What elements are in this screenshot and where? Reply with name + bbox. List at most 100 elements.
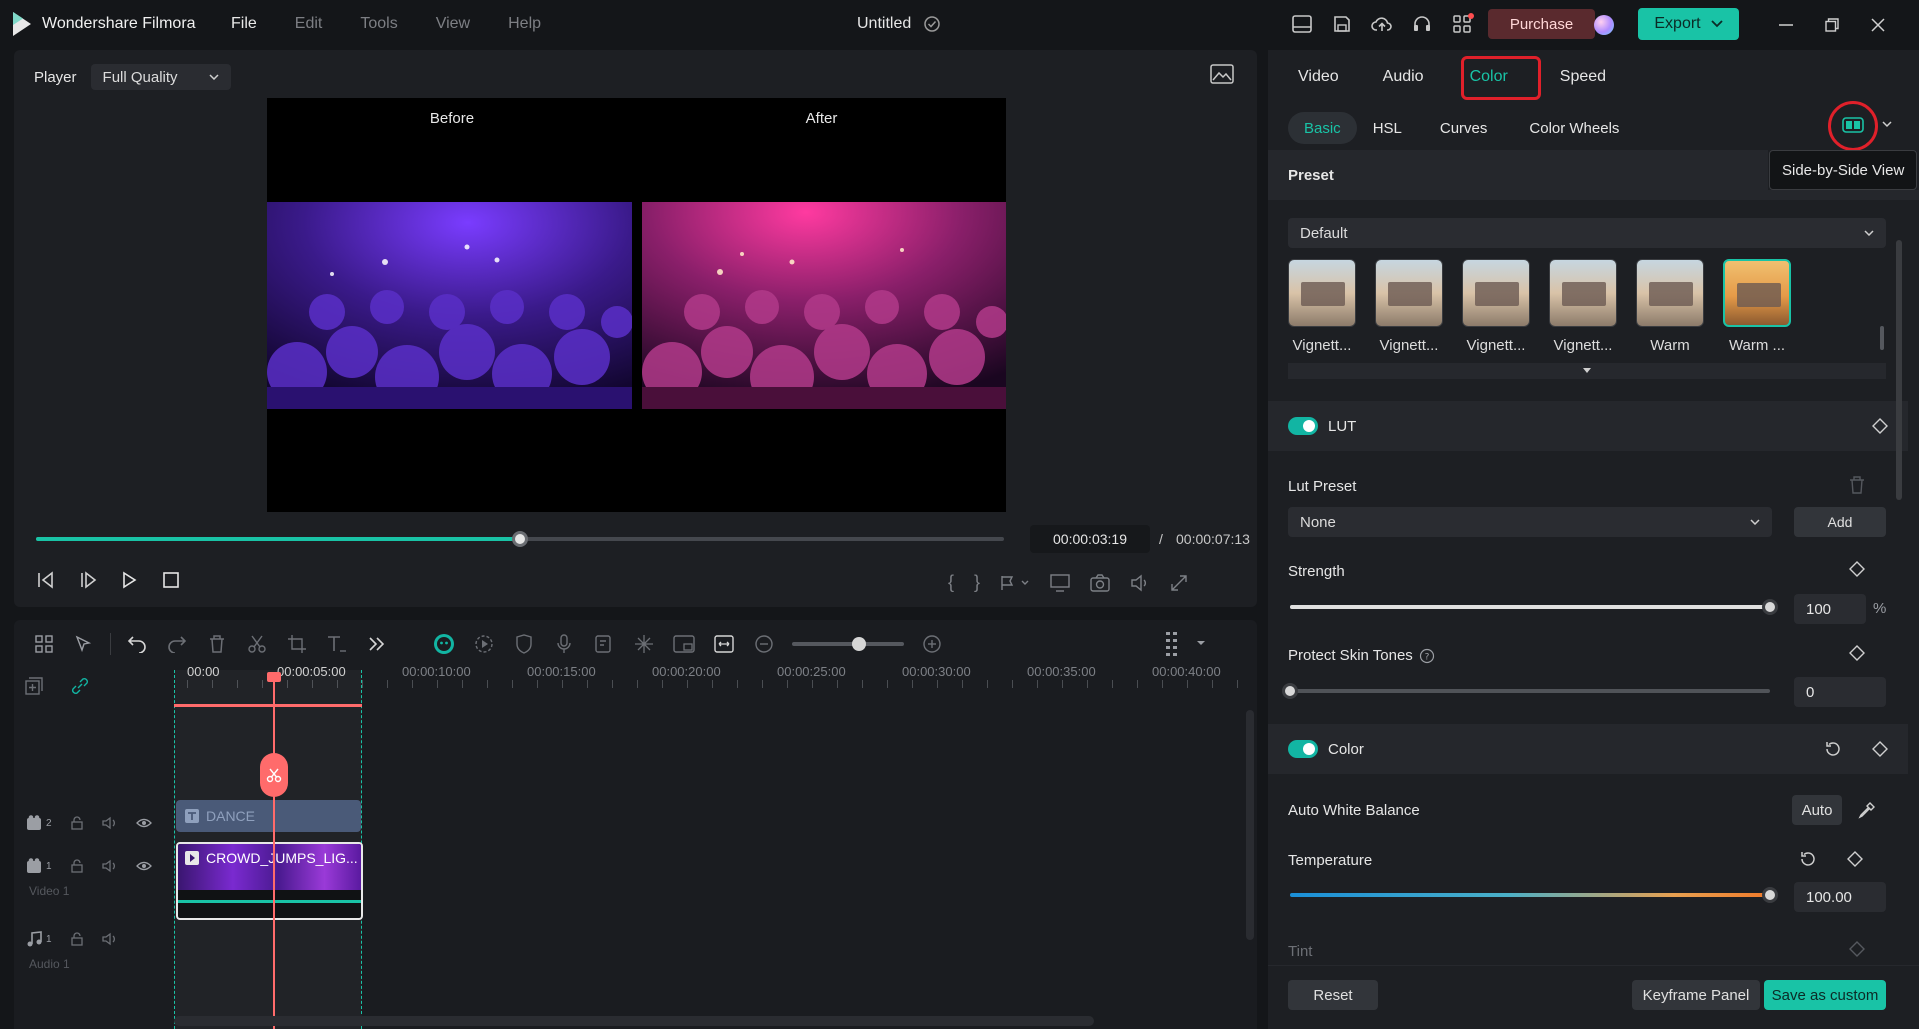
menu-file[interactable]: File [231,15,257,33]
progress-knob[interactable] [512,531,528,547]
ai-assistant-icon[interactable] [424,624,464,664]
keyframe-diamond-icon[interactable] [1847,851,1863,867]
eyedropper-icon[interactable] [1858,801,1876,819]
subtab-hsl[interactable]: HSL [1373,120,1402,137]
lut-toggle[interactable] [1288,417,1318,435]
purchase-button[interactable]: Purchase [1488,9,1595,39]
expand-presets[interactable] [1288,363,1886,379]
picture-in-picture-icon[interactable] [664,624,704,664]
keyframe-panel-button[interactable]: Keyframe Panel [1632,980,1760,1010]
preset-item[interactable]: Vignett... [1288,259,1356,354]
reset-icon[interactable] [1799,850,1817,868]
vertical-scrollbar[interactable] [1246,710,1254,940]
strength-slider[interactable] [1290,599,1778,615]
marker-icon[interactable] [1000,575,1030,591]
auto-button[interactable]: Auto [1792,795,1842,825]
more-tools-icon[interactable] [357,624,397,664]
save-icon[interactable] [1324,6,1360,42]
zoom-in-icon[interactable] [912,624,952,664]
playhead-line[interactable] [273,680,275,1029]
reset-button[interactable]: Reset [1288,980,1378,1010]
crop-icon[interactable] [277,624,317,664]
keyframe-diamond-icon[interactable] [1849,941,1865,957]
camera-icon[interactable] [1090,573,1110,592]
fullscreen-icon[interactable] [1170,574,1188,592]
add-track-icon[interactable] [24,676,44,696]
menu-edit[interactable]: Edit [295,15,323,33]
strength-knob[interactable] [1762,599,1778,615]
link-icon[interactable] [70,676,90,696]
subtab-curves[interactable]: Curves [1440,120,1488,137]
redo-icon[interactable] [157,624,197,664]
play-icon[interactable] [120,571,142,589]
preset-select[interactable]: Default [1288,218,1886,248]
speaker-icon[interactable] [101,859,118,873]
quality-select[interactable]: Full Quality [90,64,231,90]
select-tool-icon[interactable] [64,624,104,664]
save-as-custom-button[interactable]: Save as custom [1764,980,1886,1010]
render-icon[interactable] [464,624,504,664]
export-button[interactable]: Export [1638,8,1739,40]
menu-help[interactable]: Help [508,15,541,33]
preset-item-selected[interactable]: Warm ... [1723,259,1791,354]
preset-item[interactable]: Vignett... [1549,259,1617,354]
lock-icon[interactable] [70,816,84,830]
close-icon[interactable] [1865,12,1891,38]
split-marker[interactable] [260,753,288,797]
tab-audio[interactable]: Audio [1383,68,1424,86]
text-icon[interactable] [317,624,357,664]
preset-item[interactable]: Warm [1636,259,1704,354]
help-icon[interactable]: ? [1419,648,1435,664]
keyframe-diamond-icon[interactable] [1872,418,1888,434]
eye-icon[interactable] [135,860,152,872]
temperature-slider[interactable] [1290,887,1778,903]
temperature-knob[interactable] [1762,887,1778,903]
keyframe-diamond-icon[interactable] [1872,741,1888,757]
next-frame-icon[interactable] [78,571,100,589]
layout-icon[interactable] [1284,6,1320,42]
horizontal-scrollbar[interactable] [174,1016,1094,1026]
tab-video[interactable]: Video [1298,68,1339,86]
lut-add-button[interactable]: Add [1794,507,1886,537]
preset-scrollbar[interactable] [1880,326,1884,350]
zoom-slider[interactable] [792,637,904,651]
lock-icon[interactable] [70,932,84,946]
subtab-color-wheels[interactable]: Color Wheels [1529,120,1619,137]
reset-icon[interactable] [1824,740,1842,758]
preset-item[interactable]: Vignett... [1375,259,1443,354]
chevron-down-icon[interactable] [1882,120,1892,128]
preset-item[interactable]: Vignett... [1462,259,1530,354]
strength-input[interactable]: 100 [1794,594,1866,624]
subtab-basic[interactable]: Basic [1288,112,1357,144]
track-options[interactable] [1164,630,1206,656]
speaker-icon[interactable] [101,932,118,946]
tab-speed[interactable]: Speed [1560,68,1606,86]
volume-icon[interactable] [1130,574,1150,592]
color-toggle[interactable] [1288,740,1318,758]
undo-icon[interactable] [117,624,157,664]
skin-tones-knob[interactable] [1282,683,1298,699]
layout-grid-icon[interactable] [24,624,64,664]
apps-grid-icon[interactable] [1444,6,1480,42]
keyframe-diamond-icon[interactable] [1849,561,1865,577]
lut-preset-select[interactable]: None [1288,507,1772,537]
keyframe-diamond-icon[interactable] [1849,645,1865,661]
zoom-out-icon[interactable] [744,624,784,664]
video-clip[interactable]: CROWD_JUMPS_LIG... [176,842,363,920]
display-icon[interactable] [1050,573,1070,592]
fit-timeline-icon[interactable] [704,624,744,664]
skin-tones-slider[interactable] [1282,683,1770,699]
playback-progress[interactable] [36,531,1004,547]
cloud-upload-icon[interactable] [1364,6,1400,42]
restore-icon[interactable] [1819,12,1845,38]
panel-scrollbar[interactable] [1896,240,1902,500]
stop-icon[interactable] [162,571,184,589]
work-area-bar[interactable] [174,704,362,707]
freeze-frame-icon[interactable] [624,624,664,664]
avatar[interactable] [1594,15,1614,35]
mask-shield-icon[interactable] [504,624,544,664]
snapshot-image-icon[interactable] [1210,64,1234,84]
speaker-icon[interactable] [101,816,118,830]
menu-tools[interactable]: Tools [360,15,397,33]
skin-tones-input[interactable]: 0 [1794,677,1886,707]
